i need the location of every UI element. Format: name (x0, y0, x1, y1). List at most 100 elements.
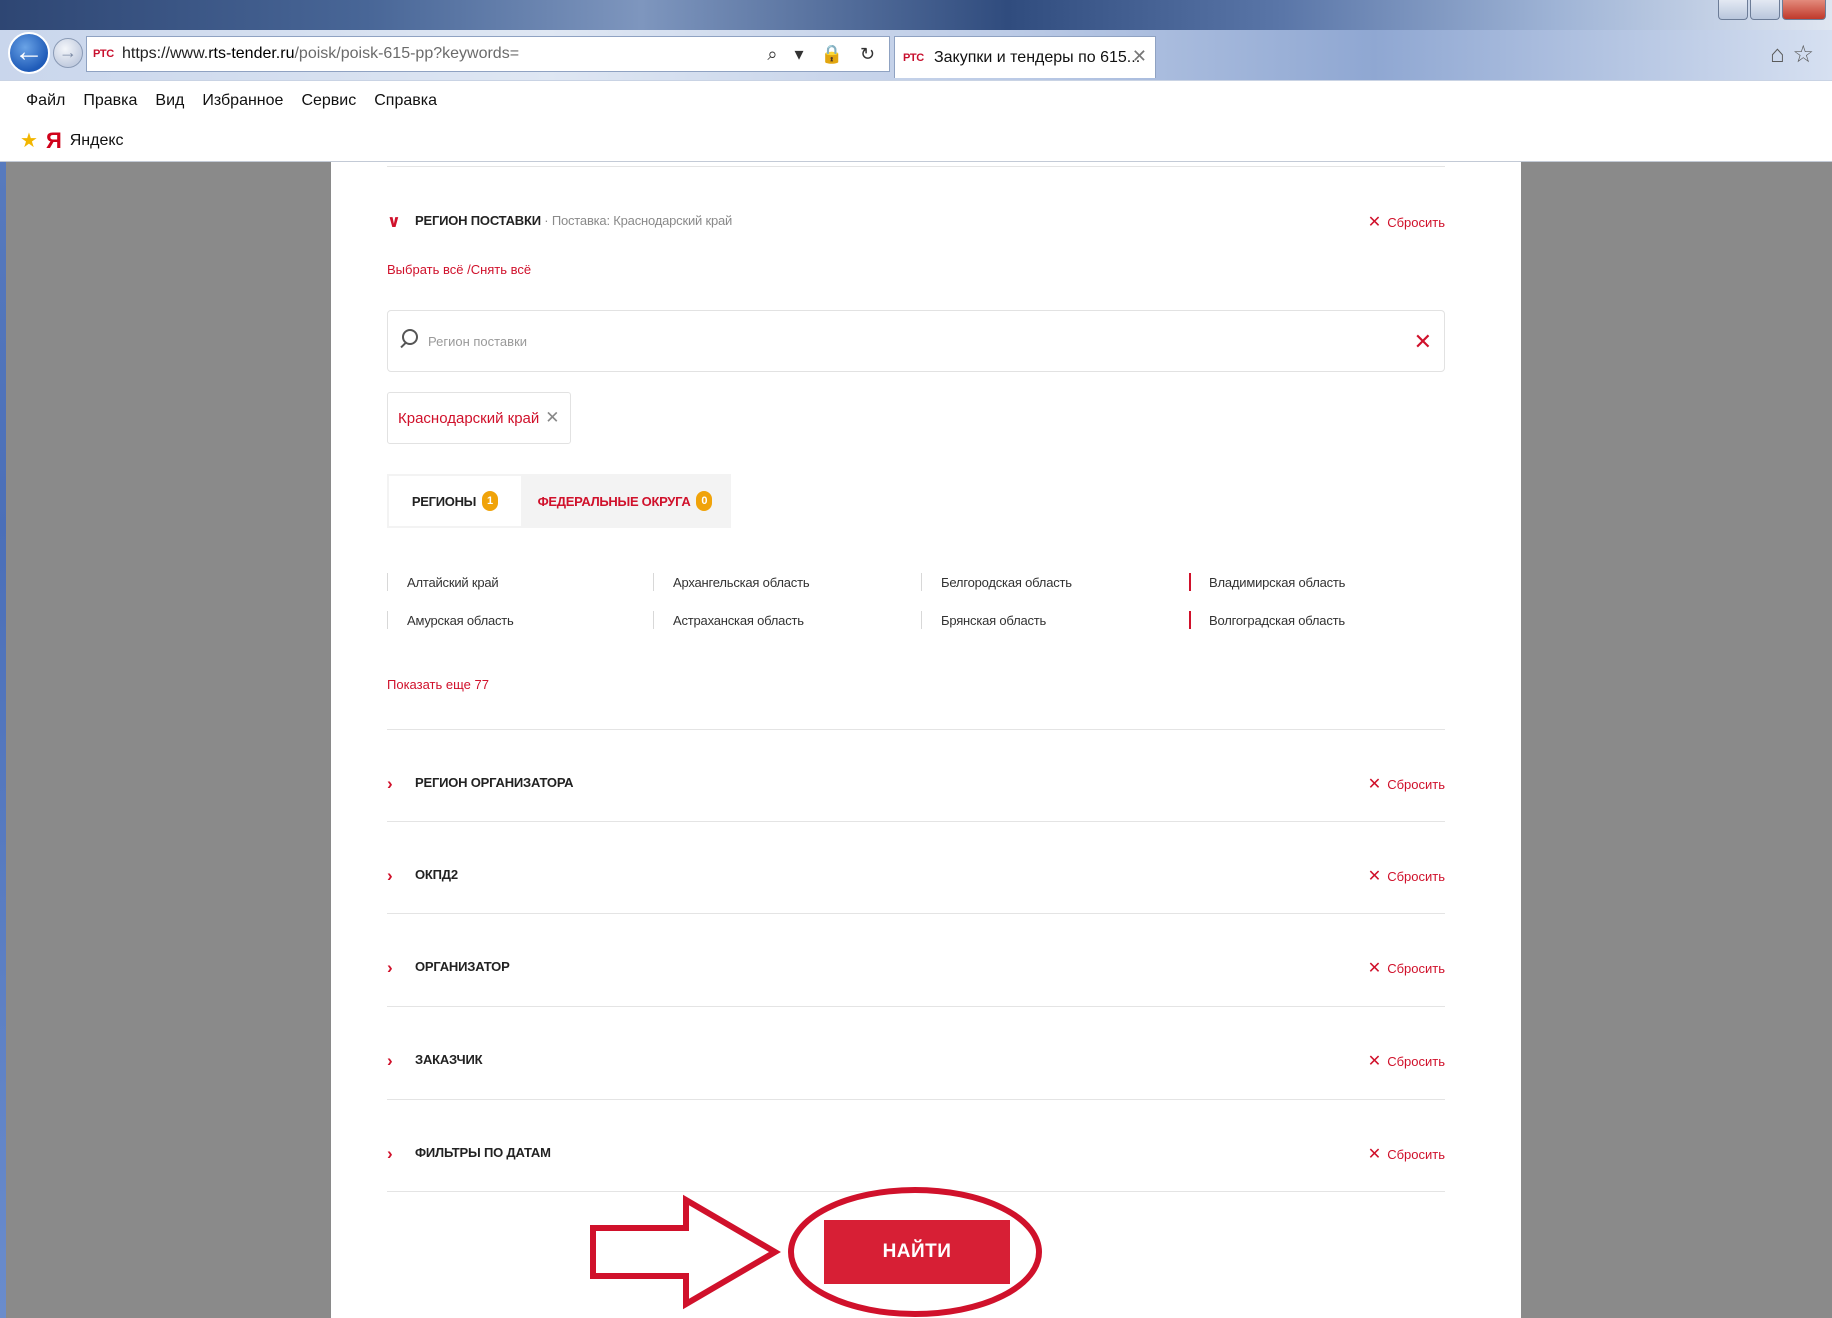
menu-file[interactable]: Файл (26, 92, 65, 110)
home-favorites-icons[interactable]: ⌂☆ (1770, 40, 1822, 69)
region-option[interactable]: Владимирская область (1189, 570, 1345, 594)
tab-title: Закупки и тендеры по 615... (933, 48, 1141, 66)
section-title: РЕГИОН ПОСТАВКИ · Поставка: Краснодарски… (415, 213, 732, 228)
favorites-star-icon[interactable]: ★ (20, 128, 38, 153)
reset-button[interactable]: ✕ Сбросить (1368, 1051, 1445, 1071)
chip-label: Краснодарский край (398, 409, 540, 427)
chevron-right-icon: › (387, 774, 393, 793)
show-more-link[interactable]: Показать еще 77 (387, 677, 489, 692)
maximize-button[interactable] (1750, 0, 1780, 20)
region-label: Владимирская область (1209, 574, 1346, 590)
checkbox[interactable] (921, 611, 933, 629)
divider (387, 1099, 1445, 1100)
browser-tab[interactable]: РТС Закупки и тендеры по 615... ✕ (894, 36, 1156, 78)
favorite-yandex-link[interactable]: Яндекс (70, 132, 124, 150)
back-arrow-icon[interactable]: ← (8, 32, 50, 74)
tab-label: ФЕДЕРАЛЬНЫЕ ОКРУГА (537, 493, 691, 509)
chevron-right-icon: › (387, 1051, 393, 1070)
region-option[interactable]: Архангельская область (653, 570, 810, 594)
site-favicon: РТС (93, 48, 114, 60)
reset-label: Сбросить (1387, 1147, 1445, 1162)
region-option[interactable]: Алтайский край (387, 570, 499, 594)
checkbox[interactable] (387, 573, 399, 591)
divider (387, 729, 1445, 730)
divider (387, 821, 1445, 822)
section-delivery-region[interactable]: ∨ РЕГИОН ПОСТАВКИ · Поставка: Краснодарс… (387, 208, 1445, 238)
region-label: Белгородская область (941, 574, 1072, 590)
divider (387, 1006, 1445, 1007)
chevron-down-icon: ∨ (387, 212, 401, 231)
section-okpd2[interactable]: › ОКПД2 ✕ Сбросить (387, 862, 1445, 892)
yandex-logo-icon[interactable]: Я (46, 128, 62, 154)
find-button[interactable]: НАЙТИ (824, 1220, 1010, 1284)
close-icon: ✕ (1367, 776, 1382, 793)
divider (387, 913, 1445, 914)
tab-federal-districts[interactable]: ФЕДЕРАЛЬНЫЕ ОКРУГА 0 (521, 476, 729, 526)
section-title: ОКПД2 (415, 867, 458, 882)
menu-help[interactable]: Справка (374, 92, 437, 110)
divider (387, 166, 1445, 167)
chevron-right-icon: › (387, 958, 393, 977)
section-title: ФИЛЬТРЫ ПО ДАТАМ (415, 1145, 551, 1160)
region-option[interactable]: Астраханская область (653, 608, 804, 632)
count-badge: 1 (482, 491, 499, 511)
section-title: РЕГИОН ОРГАНИЗАТОРА (415, 775, 574, 790)
close-icon: ✕ (1367, 1053, 1382, 1070)
checkbox[interactable] (1189, 573, 1201, 591)
close-icon: ✕ (1367, 868, 1382, 885)
close-icon: ✕ (1367, 1146, 1382, 1163)
checkbox[interactable] (653, 611, 665, 629)
menu-edit[interactable]: Правка (83, 92, 137, 110)
address-bar[interactable]: РТС https://www. rts-tender.ru/poisk/pois… (86, 36, 890, 72)
reset-button[interactable]: ✕ Сбросить (1368, 212, 1445, 232)
region-label: Астраханская область (673, 612, 804, 628)
checkbox[interactable] (653, 573, 665, 591)
region-option[interactable]: Волгоградская область (1189, 608, 1345, 632)
section-organizer[interactable]: › ОРГАНИЗАТОР ✕ Сбросить (387, 954, 1445, 984)
reset-button[interactable]: ✕ Сбросить (1368, 958, 1445, 978)
chevron-right-icon: › (387, 866, 393, 885)
menu-tools[interactable]: Сервис (301, 92, 356, 110)
reset-label: Сбросить (1387, 215, 1445, 230)
reset-label: Сбросить (1387, 961, 1445, 976)
reset-button[interactable]: ✕ Сбросить (1368, 866, 1445, 886)
chevron-right-icon: › (387, 1144, 393, 1163)
reset-button[interactable]: ✕ Сбросить (1368, 774, 1445, 794)
close-icon: ✕ (1367, 960, 1382, 977)
menu-bar: Файл Правка Вид Избранное Сервис Справка (0, 80, 1832, 120)
region-option[interactable]: Брянская область (921, 608, 1046, 632)
url-path: /poisk/poisk-615-pp?keywords= (294, 45, 520, 62)
region-option[interactable]: Амурская область (387, 608, 514, 632)
clear-search-icon[interactable]: ✕ (1414, 329, 1432, 355)
search-icon (402, 329, 418, 345)
region-search-input[interactable] (428, 325, 1328, 357)
region-option[interactable]: Белгородская область (921, 570, 1072, 594)
section-date-filters[interactable]: › ФИЛЬТРЫ ПО ДАТАМ ✕ Сбросить (387, 1140, 1445, 1170)
remove-chip-icon[interactable]: ✕ (545, 408, 559, 428)
tab-label: РЕГИОНЫ (411, 493, 477, 509)
checkbox[interactable] (387, 611, 399, 629)
count-badge: 0 (696, 491, 713, 511)
forward-arrow-icon[interactable]: → (53, 38, 83, 68)
selected-region-chip[interactable]: Краснодарский край ✕ (387, 392, 571, 444)
section-organizer-region[interactable]: › РЕГИОН ОРГАНИЗАТОРА ✕ Сбросить (387, 770, 1445, 800)
reset-button[interactable]: ✕ Сбросить (1368, 1144, 1445, 1164)
minimize-button[interactable] (1718, 0, 1748, 20)
section-customer[interactable]: › ЗАКАЗЧИК ✕ Сбросить (387, 1047, 1445, 1077)
select-all-link[interactable]: Выбрать всё /Снять всё (387, 262, 531, 277)
close-icon: ✕ (1367, 214, 1382, 231)
region-label: Амурская область (407, 612, 514, 628)
section-title: ЗАКАЗЧИК (415, 1052, 483, 1067)
section-title-text: РЕГИОН ПОСТАВКИ (415, 213, 541, 228)
tab-regions[interactable]: РЕГИОНЫ 1 (389, 476, 521, 526)
region-search-box: ✕ (387, 310, 1445, 372)
address-bar-icons[interactable]: ⌕ ▾ 🔒 ↻ (767, 44, 881, 65)
menu-favorites[interactable]: Избранное (202, 92, 283, 110)
region-label: Архангельская область (673, 574, 810, 590)
checkbox[interactable] (1189, 611, 1201, 629)
close-window-button[interactable] (1782, 0, 1826, 20)
menu-view[interactable]: Вид (155, 92, 184, 110)
checkbox[interactable] (921, 573, 933, 591)
window-title-strip (0, 0, 1832, 30)
tab-close-icon[interactable]: ✕ (1132, 46, 1147, 67)
